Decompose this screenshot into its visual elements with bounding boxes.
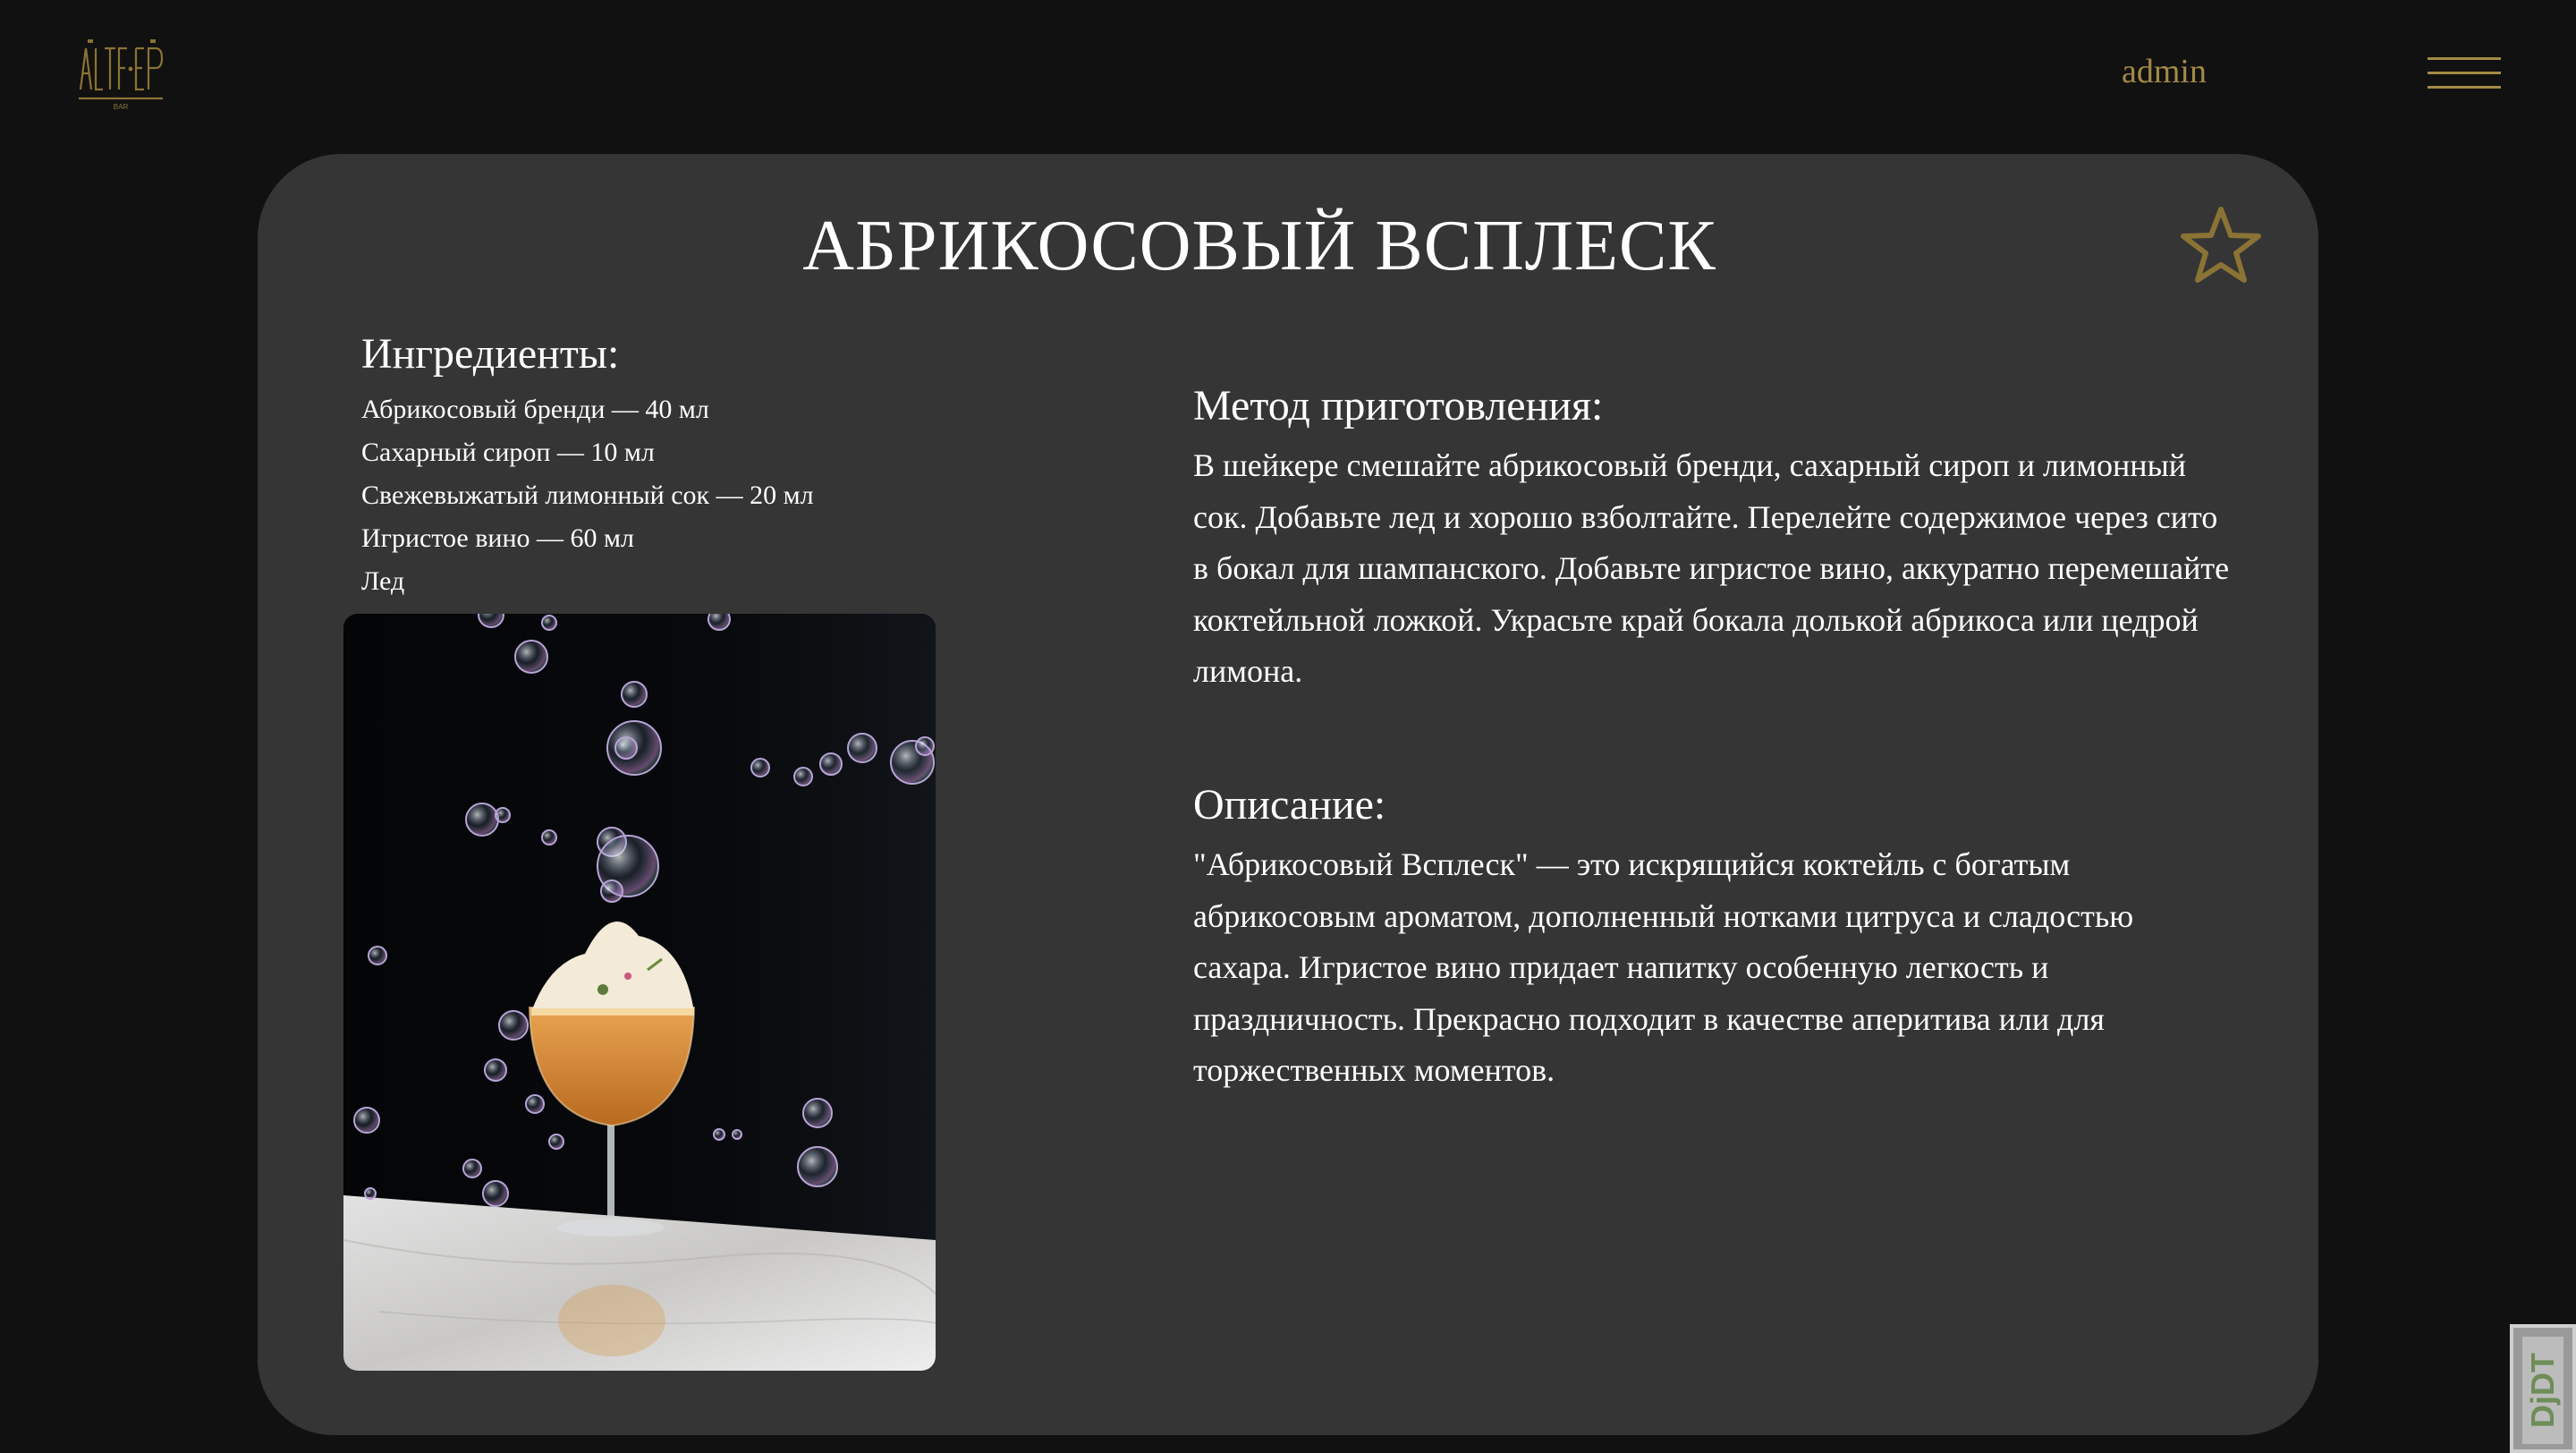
user-profile-link[interactable]: admin — [2122, 52, 2207, 91]
ingredient-item: Сахарный сироп — 10 мл — [361, 438, 655, 467]
ingredient-item: Абрикосовый бренди — 40 мл — [361, 395, 709, 424]
hamburger-menu-icon[interactable] — [2428, 55, 2501, 91]
page: BAR admin АБРИКОСОВЫЙ ВСПЛЕСК Ингредиент… — [0, 0, 2576, 1453]
ingredients-list: Абрикосовый бренди — 40 мл Сахарный сиро… — [361, 388, 814, 603]
bar-logo[interactable]: BAR — [77, 36, 175, 113]
ingredient-item: Лед — [361, 566, 405, 596]
menu-line — [2428, 86, 2501, 89]
debug-toolbar-handle[interactable]: DjDT — [2510, 1324, 2576, 1453]
cocktail-card: АБРИКОСОВЫЙ ВСПЛЕСК Ингредиенты: Абрикос… — [258, 154, 2318, 1435]
description-title: Описание: — [1193, 781, 1386, 828]
ingredients-title: Ингредиенты: — [361, 330, 620, 378]
method-title: Метод приготовления: — [1193, 382, 1604, 429]
menu-line — [2428, 72, 2501, 74]
ingredient-item: Свежевыжатый лимонный сок — 20 мл — [361, 480, 814, 510]
description-text: "Абрикосовый Всплеск" — это искрящийся к… — [1193, 846, 2134, 1088]
logo-icon: BAR — [79, 39, 164, 111]
ingredient-item: Игристое вино — 60 мл — [361, 523, 634, 553]
method-text: В шейкере смешайте абрикосовый бренди, с… — [1193, 447, 2230, 689]
favorite-star-icon[interactable] — [2179, 204, 2263, 285]
cocktail-title: АБРИКОСОВЫЙ ВСПЛЕСК — [802, 207, 1716, 285]
logo-subtext: BAR — [114, 103, 129, 111]
menu-line — [2428, 57, 2501, 60]
debug-toolbar-label: DjDT — [2524, 1353, 2561, 1428]
cocktail-photo — [343, 614, 936, 1371]
debug-toolbar-inner: DjDT — [2522, 1337, 2563, 1444]
